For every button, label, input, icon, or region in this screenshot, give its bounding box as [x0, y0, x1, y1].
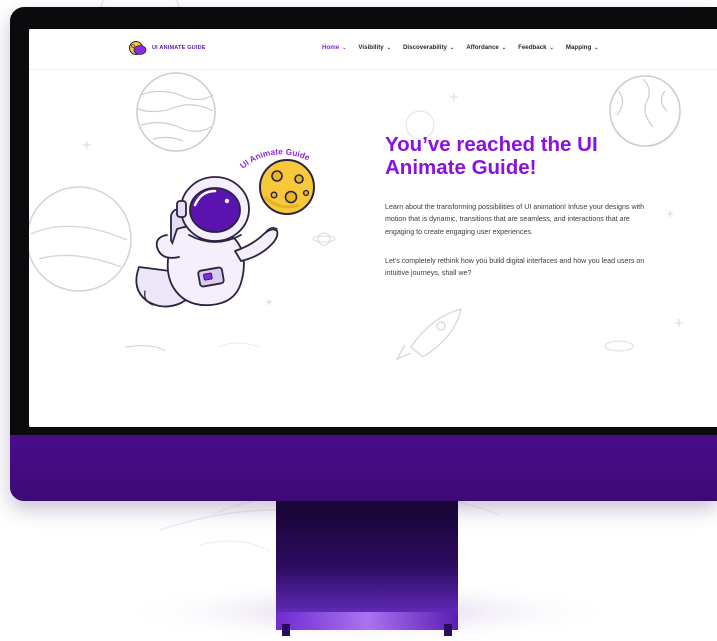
- astronaut-illustration: [135, 176, 279, 308]
- main-menu: Home ⌄ Visibility ⌄ Discoverability ⌄ Af…: [322, 44, 610, 51]
- product-mockup: UI Animate Guide UI ANIMATE GUIDE Home ⌄…: [0, 0, 717, 641]
- nav-item-feedback[interactable]: Feedback ⌄: [518, 44, 554, 51]
- nav-item-visibility[interactable]: Visibility ⌄: [358, 44, 391, 51]
- stand-neck: [276, 500, 458, 622]
- hero-paragraph-1: Learn about the transforming possibiliti…: [385, 203, 645, 236]
- chevron-down-icon: ⌄: [449, 44, 455, 51]
- nav-item-label: Visibility: [358, 44, 384, 51]
- chevron-down-icon: ⌄: [594, 44, 599, 51]
- nav-item-label: Feedback: [518, 44, 547, 51]
- nav-item-label: Affordance: [466, 44, 499, 51]
- hero-paragraph-2: Let's completely rethink how you build d…: [385, 257, 645, 278]
- chevron-down-icon: ⌄: [501, 44, 507, 51]
- logo-icon: [129, 41, 147, 55]
- logo-text: UI ANIMATE GUIDE: [152, 45, 206, 51]
- stand-foot-left: [282, 624, 290, 636]
- chevron-down-icon: ⌄: [549, 44, 554, 51]
- nav-item-label: Mapping: [565, 44, 592, 51]
- monitor-chin: [10, 435, 717, 501]
- nav-item-discoverability[interactable]: Discoverability ⌄: [403, 44, 454, 51]
- website-screen: UI Animate Guide UI ANIMATE GUIDE Home ⌄…: [29, 29, 717, 427]
- small-saturn-icon: [312, 232, 336, 246]
- chevron-down-icon: ⌄: [342, 44, 347, 51]
- nav-item-home[interactable]: Home ⌄: [322, 44, 346, 51]
- bottom-planet-icon: [604, 340, 634, 352]
- hero-title: You’ve reached the UI Animate Guide!: [385, 133, 598, 179]
- monitor: UI Animate Guide UI ANIMATE GUIDE Home ⌄…: [10, 7, 717, 501]
- moon-icon: [259, 159, 315, 215]
- site-logo[interactable]: UI ANIMATE GUIDE: [126, 40, 206, 56]
- nav-item-label: Home: [322, 44, 340, 51]
- nav-item-mapping[interactable]: Mapping ⌄: [566, 44, 599, 51]
- top-navigation: UI ANIMATE GUIDE Home ⌄ Visibility ⌄ Dis…: [29, 29, 717, 70]
- nav-item-affordance[interactable]: Affordance ⌄: [466, 44, 506, 51]
- rocket-icon: [395, 308, 462, 361]
- stand-foot-right: [444, 624, 452, 636]
- stand-base: [276, 612, 458, 630]
- nav-item-label: Discoverability: [402, 44, 447, 51]
- striped-planet-icon: [136, 72, 216, 152]
- chevron-down-icon: ⌄: [386, 44, 391, 51]
- left-planet-icon: [29, 186, 132, 292]
